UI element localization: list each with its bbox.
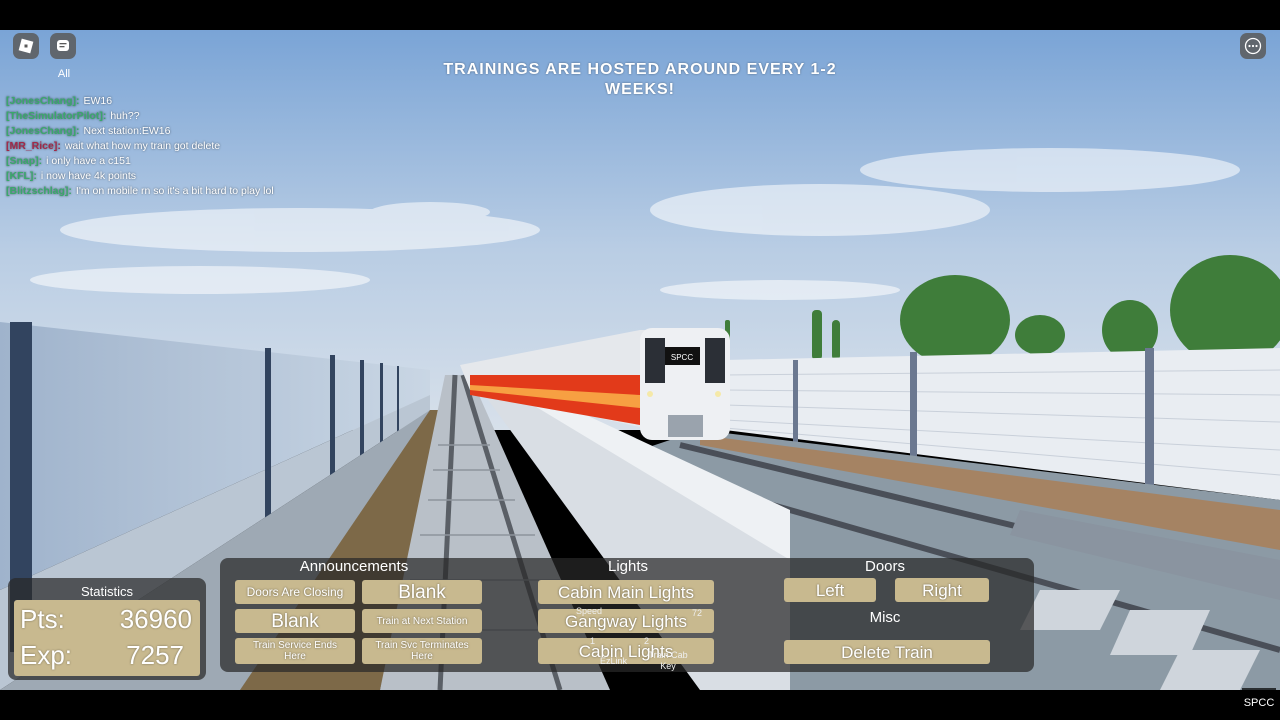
chat-message: [TheSimulatorPilot]: huh?? xyxy=(6,109,346,124)
delete-train-button[interactable]: Delete Train xyxy=(784,640,990,664)
chat-icon xyxy=(57,40,69,51)
blank-announcement-button-1[interactable]: Blank xyxy=(362,580,482,604)
train-next-station-button[interactable]: Train at Next Station xyxy=(362,609,482,633)
ellipsis-icon xyxy=(1244,37,1262,55)
cabin-main-lights-button[interactable]: Cabin Main Lights xyxy=(538,580,714,604)
misc-title: Misc xyxy=(869,609,901,626)
chat-message: [MR_Rice]: wait what how my train got del… xyxy=(6,139,346,154)
experience-label: Exp: xyxy=(20,640,73,670)
statistics-title: Statistics xyxy=(80,584,133,599)
chat-log: [JonesChang]: EW16 [TheSimulatorPilot]: hu… xyxy=(6,94,346,199)
svc-terminates-label-1: Train Svc Terminates xyxy=(375,640,469,651)
chat-text: wait what how my train got delete xyxy=(64,140,221,152)
chat-username: [MR_Rice]: xyxy=(6,140,61,152)
train-cab-key-slot[interactable]: Train Cab Key xyxy=(646,650,690,672)
train-control-panel: Announcements Doors Are Closing Blank Bl… xyxy=(220,558,1034,672)
chat-username: [JonesChang]: xyxy=(6,95,80,107)
chat-message: [KFL]: i now have 4k points xyxy=(6,169,346,184)
chat-message: [Snap]: i only have a c151 xyxy=(6,154,346,169)
chat-username: [Blitzschlag]: xyxy=(6,185,72,197)
chat-username: [TheSimulatorPilot]: xyxy=(6,110,107,122)
speed-value: 72 xyxy=(692,608,703,618)
chat-username: [JonesChang]: xyxy=(6,125,80,137)
banner-line-1: TRAININGS ARE HOSTED AROUND EVERY 1-2 xyxy=(443,61,837,78)
chat-text: i only have a c151 xyxy=(46,155,131,167)
chat-toggle-button[interactable] xyxy=(50,33,76,59)
doors-title: Doors xyxy=(864,558,905,575)
chat-message: [JonesChang]: Next station:EW16 xyxy=(6,124,346,139)
points-label: Pts: xyxy=(20,604,65,634)
roblox-menu-button[interactable] xyxy=(13,33,39,59)
roblox-logo-icon xyxy=(18,38,34,54)
chat-channel-label[interactable]: All xyxy=(50,68,78,80)
announcement-banner: TRAININGS ARE HOSTED AROUND EVERY 1-2 WE… xyxy=(400,60,880,100)
blank-announcement-button-2[interactable]: Blank xyxy=(235,609,355,633)
speed-label: Speed xyxy=(576,606,603,616)
chat-text: EW16 xyxy=(83,95,113,107)
announcements-title: Announcements xyxy=(299,558,409,575)
svc-terminates-label-2: Here xyxy=(411,651,433,662)
chat-text: i now have 4k points xyxy=(40,170,137,182)
doors-left-button[interactable]: Left xyxy=(784,578,876,602)
chat-message: [Blitzschlag]: I'm on mobile rn so it's a… xyxy=(6,184,346,199)
hotbar-slot-2-number: 2 xyxy=(644,636,650,646)
more-options-button[interactable] xyxy=(1240,33,1266,59)
points-value: 36960 xyxy=(119,604,192,634)
experience-value: 7257 xyxy=(126,640,184,670)
svc-terminates-button[interactable]: Train Svc Terminates Here xyxy=(362,638,482,664)
service-ends-label-1: Train Service Ends xyxy=(252,640,338,651)
hotbar-slot-1-number: 1 xyxy=(590,636,596,646)
doors-closing-button[interactable]: Doors Are Closing xyxy=(235,580,355,604)
doors-right-button[interactable]: Right xyxy=(895,578,989,602)
ezlink-slot[interactable]: EzLink xyxy=(600,656,627,666)
chat-username: [KFL]: xyxy=(6,170,37,182)
chat-text: I'm on mobile rn so it's a bit hard to p… xyxy=(75,185,274,197)
lights-title: Lights xyxy=(607,558,649,575)
service-ends-button[interactable]: Train Service Ends Here xyxy=(235,638,355,664)
chat-text: Next station:EW16 xyxy=(83,125,171,137)
statistics-box: Pts: 36960 Exp: 7257 xyxy=(14,600,200,676)
statistics-panel: Statistics Pts: 36960 Exp: 7257 xyxy=(8,578,206,680)
chat-message: [JonesChang]: EW16 xyxy=(6,94,346,109)
spcc-watermark: SPCC xyxy=(1242,688,1276,718)
chat-text: huh?? xyxy=(110,110,140,122)
train-destination-sign: SPCC xyxy=(671,353,693,362)
chat-username: [Snap]: xyxy=(6,155,43,167)
banner-line-2: WEEKS! xyxy=(605,81,675,98)
gangway-lights-button[interactable]: Gangway Lights xyxy=(538,609,714,633)
service-ends-label-2: Here xyxy=(284,651,306,662)
